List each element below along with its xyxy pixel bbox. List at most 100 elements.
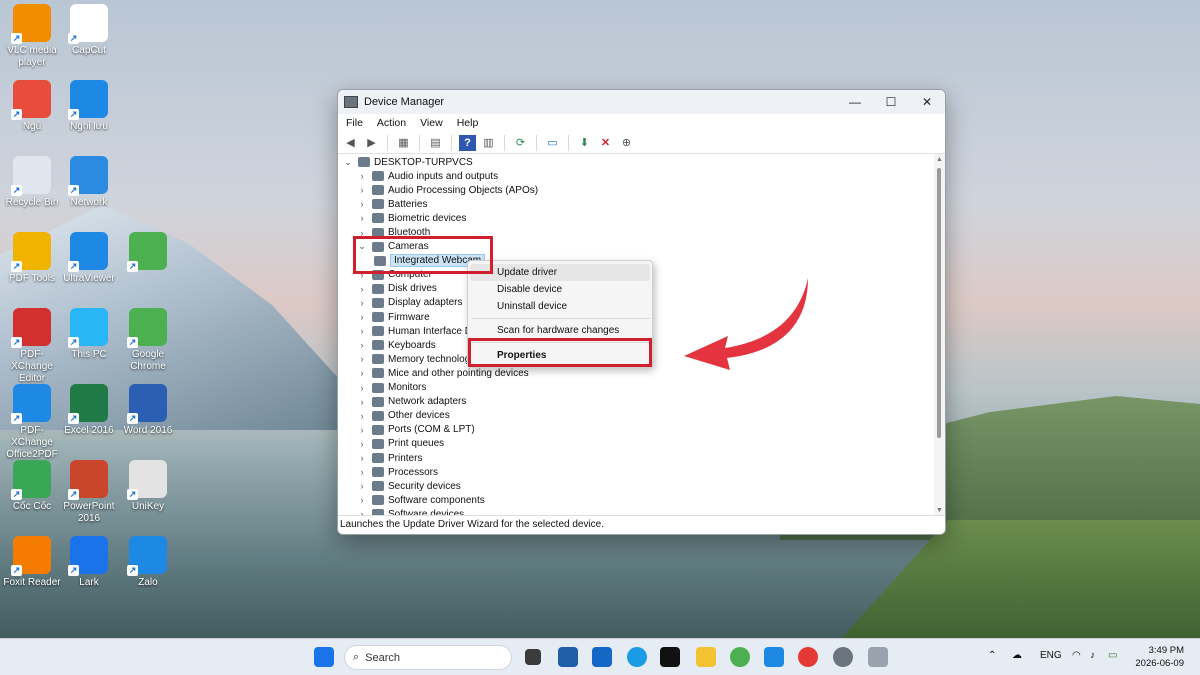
volume-icon[interactable]: ♪ <box>1090 650 1095 661</box>
desktop-shortcut[interactable]: ↗ Zalo <box>116 536 180 589</box>
desktop-shortcut[interactable]: ↗ PDF-XChange Office2PDF <box>0 384 64 461</box>
file-explorer-icon[interactable] <box>696 647 716 667</box>
tree-category[interactable]: › Other devices <box>338 409 936 423</box>
chevron-right-icon[interactable]: › <box>356 199 368 209</box>
action-pane-icon[interactable]: ▥ <box>480 135 497 151</box>
chevron-right-icon[interactable]: › <box>356 284 368 294</box>
settings-icon[interactable] <box>833 647 853 667</box>
maximize-button[interactable]: ☐ <box>873 95 909 109</box>
chevron-right-icon[interactable]: › <box>356 439 368 449</box>
scroll-down-icon[interactable]: ▼ <box>934 507 945 514</box>
desktop-shortcut[interactable]: ↗ Word 2016 <box>116 384 180 437</box>
menu-item-update-driver[interactable]: Update driver <box>497 267 557 278</box>
edge-icon[interactable] <box>627 647 647 667</box>
chevron-right-icon[interactable]: › <box>356 213 368 223</box>
device-manager-taskbar-icon[interactable] <box>868 647 888 667</box>
desktop-shortcut[interactable]: ↗ Foxit Reader <box>0 536 64 589</box>
download-icon[interactable]: ⊕ <box>618 135 635 151</box>
chevron-right-icon[interactable]: › <box>356 312 368 322</box>
chevron-right-icon[interactable]: › <box>356 397 368 407</box>
desktop-shortcut[interactable]: ↗ Recycle Bin <box>0 156 64 209</box>
update-driver-icon[interactable]: ⟳ <box>512 135 529 151</box>
desktop-shortcut[interactable]: ↗ CapCut <box>57 4 121 57</box>
uninstall-icon[interactable]: ✕ <box>597 135 614 151</box>
task-view-icon[interactable] <box>525 649 541 665</box>
menu-item-disable-device[interactable]: Disable device <box>497 284 562 295</box>
tree-category[interactable]: › Audio inputs and outputs <box>338 169 936 183</box>
add-driver-icon[interactable]: ⬇ <box>576 135 593 151</box>
chevron-right-icon[interactable]: › <box>356 326 368 336</box>
tree-category[interactable]: › Printers <box>338 451 936 465</box>
tree-category[interactable]: › Software components <box>338 493 936 507</box>
desktop-shortcut[interactable]: ↗ <box>116 232 180 273</box>
tree-category[interactable]: › Network adapters <box>338 395 936 409</box>
tree-category[interactable]: › Processors <box>338 465 936 479</box>
chevron-right-icon[interactable]: › <box>356 453 368 463</box>
chevron-right-icon[interactable]: › <box>356 171 368 181</box>
chevron-down-icon[interactable]: ⌄ <box>342 157 354 168</box>
vertical-scrollbar[interactable]: ▲ ▼ <box>934 154 945 516</box>
taskbar-search[interactable]: ⌕ Search <box>344 645 512 670</box>
chevron-right-icon[interactable]: › <box>356 411 368 421</box>
menu-item-uninstall-device[interactable]: Uninstall device <box>497 301 567 312</box>
chevron-right-icon[interactable]: › <box>356 495 368 505</box>
language-indicator[interactable]: ENG <box>1040 650 1062 661</box>
desktop-shortcut[interactable]: ↗ PDF-XChange Editor <box>0 308 64 385</box>
desktop-shortcut[interactable]: ↗ Ngủ <box>0 80 64 133</box>
menu-file[interactable]: File <box>346 117 363 129</box>
minimize-button[interactable]: — <box>837 95 873 109</box>
menu-view[interactable]: View <box>420 117 443 129</box>
capcut-taskbar-icon[interactable] <box>660 647 680 667</box>
chrome-taskbar-icon[interactable] <box>730 647 750 667</box>
title-bar[interactable]: Device Manager — ☐ ✕ <box>338 90 945 114</box>
tree-category[interactable]: › Print queues <box>338 437 936 451</box>
wifi-icon[interactable]: ◠ <box>1072 650 1081 661</box>
desktop-shortcut[interactable]: ↗ Nghỉ lưu <box>57 80 121 133</box>
desktop-shortcut[interactable]: ↗ Excel 2016 <box>57 384 121 437</box>
outlook-icon[interactable] <box>592 647 612 667</box>
chrome-profile-taskbar-icon[interactable] <box>798 647 818 667</box>
chevron-right-icon[interactable]: › <box>356 425 368 435</box>
chevron-right-icon[interactable]: › <box>356 368 368 378</box>
desktop-shortcut[interactable]: ↗ PDF Tools <box>0 232 64 285</box>
tree-category[interactable]: › Audio Processing Objects (APOs) <box>338 183 936 197</box>
help-icon[interactable]: ? <box>459 134 476 151</box>
chevron-up-icon[interactable]: ⌃ <box>988 650 996 661</box>
tree-category[interactable]: › Ports (COM & LPT) <box>338 423 936 437</box>
forward-icon[interactable]: ▶ <box>363 135 380 151</box>
tree-root[interactable]: ⌄ DESKTOP-TURPVCS <box>338 155 936 169</box>
back-icon[interactable]: ◀ <box>342 135 359 151</box>
menu-action[interactable]: Action <box>377 117 406 129</box>
desktop-shortcut[interactable]: ↗ PowerPoint 2016 <box>57 460 121 525</box>
battery-icon[interactable]: ▭ <box>1108 650 1117 661</box>
chevron-right-icon[interactable]: › <box>356 340 368 350</box>
tree-category[interactable]: › Mice and other pointing devices <box>338 366 936 380</box>
properties-icon[interactable]: ▤ <box>427 135 444 151</box>
chevron-right-icon[interactable]: › <box>356 185 368 195</box>
menu-help[interactable]: Help <box>457 117 479 129</box>
chevron-right-icon[interactable]: › <box>356 298 368 308</box>
chevron-right-icon[interactable]: › <box>356 481 368 491</box>
menu-item-scan-hardware[interactable]: Scan for hardware changes <box>497 325 619 336</box>
scan-hardware-icon[interactable]: ▭ <box>544 135 561 151</box>
tree-category[interactable]: › Security devices <box>338 479 936 493</box>
chevron-right-icon[interactable]: › <box>356 354 368 364</box>
store-icon[interactable] <box>558 647 578 667</box>
zalo-taskbar-icon[interactable] <box>764 647 784 667</box>
desktop-shortcut[interactable]: ↗ Network <box>57 156 121 209</box>
onedrive-icon[interactable]: ☁ <box>1012 650 1022 661</box>
tree-category[interactable]: › Batteries <box>338 197 936 211</box>
start-icon[interactable] <box>314 647 334 667</box>
desktop-shortcut[interactable]: ↗ Cốc Cốc <box>0 460 64 513</box>
scrollbar-thumb[interactable] <box>937 168 941 438</box>
desktop-shortcut[interactable]: ↗ UniKey <box>116 460 180 513</box>
desktop-shortcut[interactable]: ↗ Lark <box>57 536 121 589</box>
chevron-right-icon[interactable]: › <box>356 383 368 393</box>
tree-category[interactable]: › Biometric devices <box>338 211 936 225</box>
desktop-shortcut[interactable]: ↗ UltraViewer <box>57 232 121 285</box>
tree-category[interactable]: › Monitors <box>338 381 936 395</box>
chevron-right-icon[interactable]: › <box>356 467 368 477</box>
close-button[interactable]: ✕ <box>909 95 945 109</box>
scroll-up-icon[interactable]: ▲ <box>934 156 945 163</box>
show-hide-console-tree-icon[interactable]: ▦ <box>395 135 412 151</box>
